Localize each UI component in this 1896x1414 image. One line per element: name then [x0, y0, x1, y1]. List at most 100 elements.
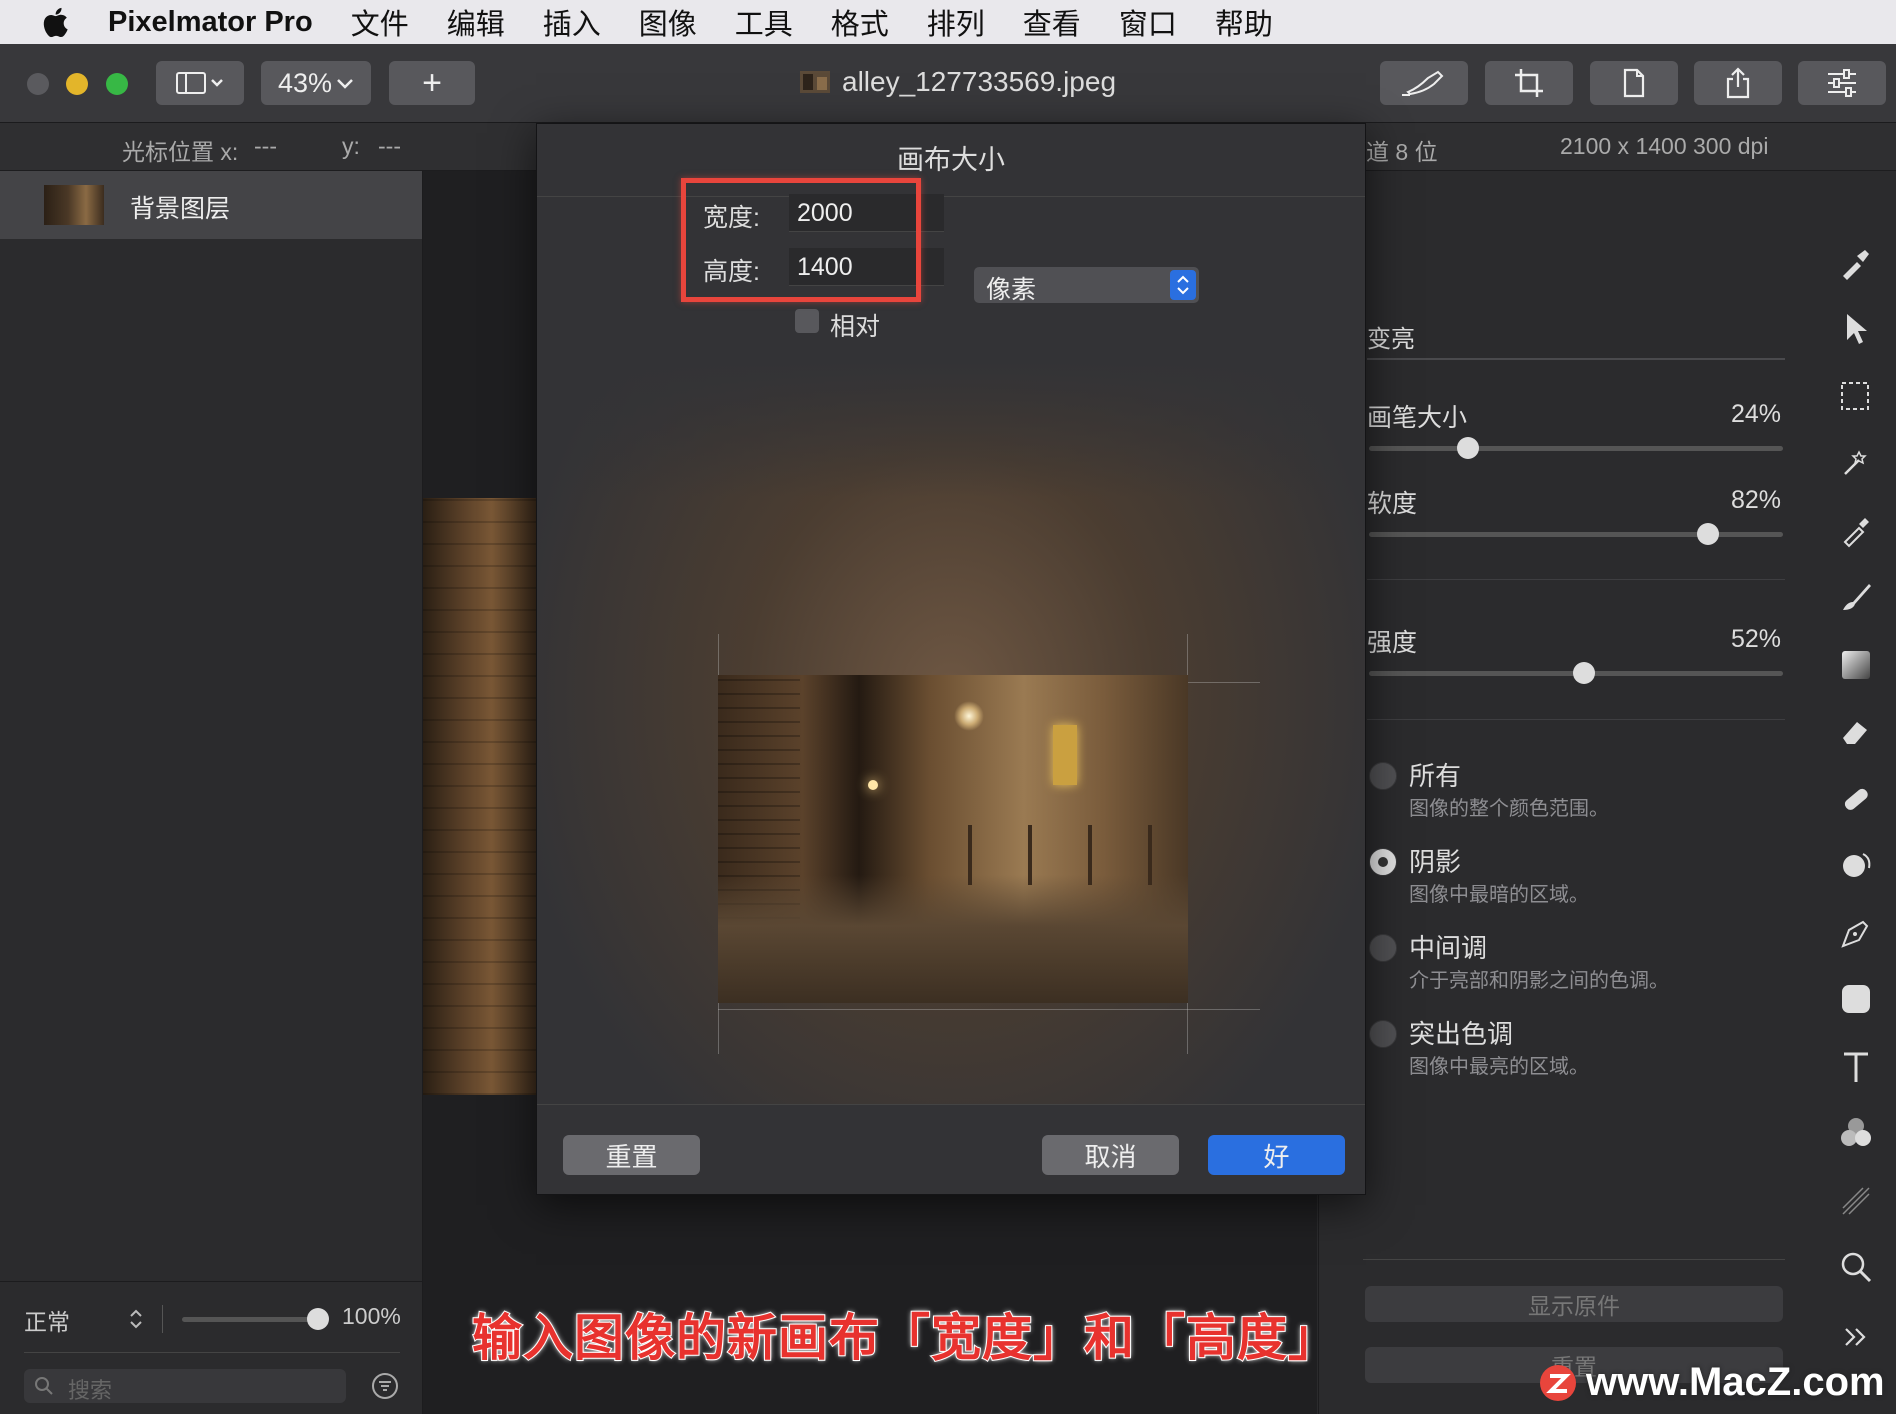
search-input[interactable]: 搜索	[24, 1369, 346, 1403]
menu-tools[interactable]: 工具	[735, 1, 793, 43]
street-floor	[718, 875, 1188, 1003]
softness-slider[interactable]	[1369, 523, 1783, 545]
slider-knob[interactable]	[1697, 523, 1720, 545]
zoom-tool[interactable]	[1836, 1247, 1876, 1287]
slider-knob[interactable]	[1573, 662, 1596, 684]
reset-button[interactable]: 重置	[563, 1135, 700, 1175]
radio-shadows[interactable]	[1369, 848, 1397, 876]
document-filename: alley_127733569.jpeg	[842, 66, 1117, 97]
document-button[interactable]	[1590, 61, 1678, 105]
relative-checkbox[interactable]	[795, 309, 819, 333]
option-shadows-title: 阴影	[1409, 847, 1462, 877]
pen-tool-button[interactable]	[1380, 61, 1468, 105]
add-button[interactable]: +	[389, 61, 475, 105]
relative-label: 相对	[830, 313, 881, 341]
close-window-button[interactable]	[27, 73, 49, 95]
arrange-tool[interactable]	[1836, 309, 1876, 349]
ok-button[interactable]: 好	[1208, 1135, 1345, 1175]
distort-tool[interactable]	[1836, 845, 1876, 885]
unit-select[interactable]: 像素	[974, 267, 1199, 304]
menu-format[interactable]: 格式	[831, 1, 889, 43]
select-tool[interactable]	[1836, 377, 1876, 417]
more-tools-button[interactable]	[1836, 1317, 1876, 1357]
cancel-button[interactable]: 取消	[1042, 1135, 1179, 1175]
adjust-title: 变亮	[1367, 326, 1415, 353]
color-picker-tool[interactable]	[1836, 511, 1876, 551]
pen-icon	[1402, 70, 1444, 96]
tutorial-caption: 输入图像的新画布「宽度」和「高度」	[471, 1309, 1339, 1367]
menu-window[interactable]: 窗口	[1119, 1, 1177, 43]
gradient-icon	[1842, 651, 1870, 679]
preview-area	[537, 197, 1365, 1104]
menu-help[interactable]: 帮助	[1215, 1, 1273, 43]
crop-button[interactable]	[1485, 61, 1573, 105]
image-thumbnail-icon	[800, 71, 830, 93]
option-all-desc: 图像的整个颜色范围。	[1409, 798, 1609, 820]
menu-view[interactable]: 查看	[1023, 1, 1081, 43]
menu-arrange[interactable]: 排列	[927, 1, 985, 43]
opacity-slider[interactable]	[182, 1308, 329, 1330]
opacity-slider-knob[interactable]	[307, 1308, 329, 1330]
menu-image[interactable]: 图像	[639, 1, 697, 43]
watermark-text: www.MacZ.com	[1586, 1360, 1885, 1404]
option-all-title: 所有	[1409, 761, 1462, 791]
radio-all[interactable]	[1369, 762, 1397, 790]
show-original-button[interactable]: 显示原件	[1365, 1286, 1783, 1322]
erase-tool[interactable]	[1836, 711, 1876, 751]
repair-tool[interactable]	[1836, 243, 1876, 283]
macz-logo-icon	[1540, 1364, 1576, 1401]
strength-slider[interactable]	[1369, 662, 1783, 684]
unit-stepper[interactable]	[1170, 270, 1196, 300]
up-down-chevron-icon[interactable]	[128, 1307, 144, 1331]
search-icon	[35, 1377, 53, 1395]
channel-info: 道 8 位	[1366, 139, 1438, 165]
chevron-down-icon	[337, 79, 353, 89]
shape-tool[interactable]	[1836, 979, 1876, 1019]
layer-row[interactable]: 背景图层	[0, 171, 422, 239]
cursor-y-label: y:	[342, 133, 360, 159]
radio-midtones[interactable]	[1369, 934, 1397, 962]
brush-size-label: 画笔大小	[1367, 404, 1468, 432]
rect-select-icon	[1841, 382, 1869, 410]
zoom-window-button[interactable]	[106, 73, 128, 95]
preview-fade	[537, 197, 1365, 497]
arrow-cursor-icon	[1847, 314, 1867, 344]
slider-knob[interactable]	[1457, 437, 1480, 459]
menu-edit[interactable]: 编辑	[447, 1, 505, 43]
lasso-tool[interactable]	[1836, 443, 1876, 483]
type-tool[interactable]	[1836, 1047, 1876, 1087]
app-name-menu[interactable]: Pixelmator Pro	[108, 6, 313, 39]
minimize-window-button[interactable]	[66, 73, 88, 95]
blend-mode-select[interactable]: 正常	[24, 1303, 70, 1337]
softness-label: 软度	[1367, 490, 1418, 518]
zoom-dropdown[interactable]: 43%	[261, 61, 371, 105]
paintbrush-icon	[1843, 584, 1871, 610]
retouch-tool[interactable]	[1836, 779, 1876, 819]
brush-size-slider[interactable]	[1369, 437, 1783, 459]
brush-size-value: 24%	[1731, 400, 1782, 428]
adjustments-panel: 变亮 画笔大小 24% 软度 82% 强度 52% 所有 图像的整个颜色范围。 …	[1318, 171, 1817, 1414]
effects-tool[interactable]	[1836, 1181, 1876, 1221]
zoom-value: 43%	[277, 67, 333, 98]
pen-nib-icon	[1841, 920, 1869, 948]
color-adjust-tool[interactable]	[1836, 1113, 1876, 1153]
wall-grates	[968, 825, 1188, 885]
menu-file[interactable]: 文件	[351, 1, 409, 43]
paint-tool[interactable]	[1836, 577, 1876, 617]
share-button[interactable]	[1694, 61, 1782, 105]
radio-highlights[interactable]	[1369, 1020, 1397, 1048]
layer-thumbnail	[44, 185, 104, 225]
sidebar-toggle-button[interactable]	[156, 61, 244, 105]
pen-tool[interactable]	[1836, 913, 1876, 953]
strength-value: 52%	[1731, 625, 1782, 653]
highlight-box	[681, 178, 921, 302]
sparkle-icon	[1842, 1187, 1870, 1215]
option-highlights-desc: 图像中最亮的区域。	[1409, 1056, 1589, 1078]
menu-insert[interactable]: 插入	[543, 1, 601, 43]
show-original-label: 显示原件	[1528, 1293, 1620, 1319]
sidebar-icon	[176, 72, 223, 94]
gradient-tool[interactable]	[1836, 645, 1876, 685]
filter-icon[interactable]	[370, 1371, 400, 1401]
apple-icon[interactable]	[42, 5, 72, 39]
adjustments-button[interactable]	[1798, 61, 1886, 105]
